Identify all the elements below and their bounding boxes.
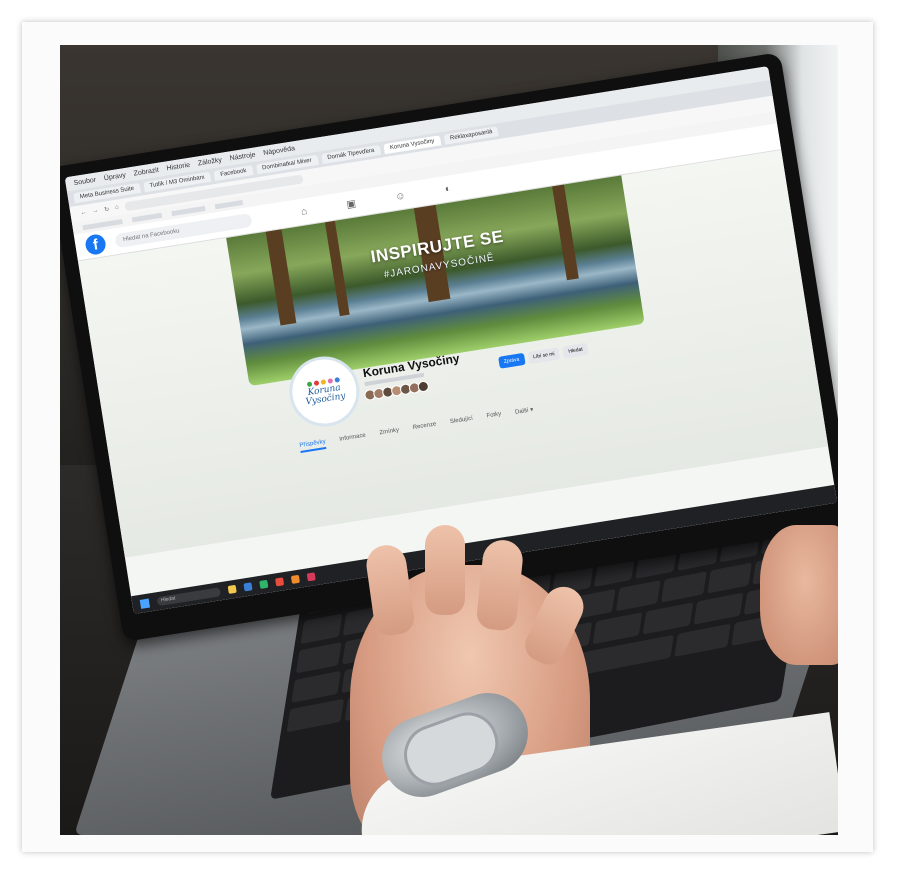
logo-dot (313, 379, 319, 386)
tab-followers[interactable]: Sledující (450, 416, 474, 429)
home-icon[interactable]: ⌂ (115, 204, 120, 210)
menu-item[interactable]: Soubor (73, 176, 96, 186)
message-button[interactable]: Zpráva (498, 352, 526, 369)
taskbar-search[interactable]: Hledat (156, 586, 222, 606)
reload-icon[interactable]: ↻ (104, 205, 110, 213)
logo-dot (326, 377, 333, 384)
tree-trunk (265, 229, 297, 326)
like-button[interactable]: Líbí se mi (527, 347, 561, 365)
right-hand (760, 525, 838, 665)
logo-dot (333, 376, 340, 383)
home-nav-icon[interactable]: ⌂ (300, 206, 308, 218)
finger (425, 525, 465, 615)
bookmark-item[interactable] (214, 199, 244, 209)
logo-dot (306, 380, 312, 387)
taskbar-app-icon[interactable] (259, 579, 269, 589)
windows-start-icon[interactable] (139, 598, 150, 609)
menu-item[interactable]: Úpravy (103, 171, 126, 181)
tab-reviews[interactable]: Recenze (412, 421, 437, 435)
taskbar-app-icon[interactable] (227, 584, 237, 594)
photograph: MacBook Pro Soubor Úpravy Zobrazit Histo… (60, 45, 838, 835)
facebook-logo-icon[interactable]: f (84, 233, 108, 256)
tab-about[interactable]: Informace (339, 433, 367, 447)
taskbar-app-icon[interactable] (290, 574, 300, 584)
taskbar-app-icon[interactable] (306, 572, 316, 582)
photo-frame: MacBook Pro Soubor Úpravy Zobrazit Histo… (22, 22, 873, 852)
video-nav-icon[interactable]: ▣ (346, 198, 357, 210)
logo-text: Koruna Vysočiny (304, 382, 346, 406)
menu-item[interactable]: Historie (166, 161, 191, 172)
taskbar-app-icon[interactable] (275, 577, 285, 587)
back-icon[interactable]: ← (80, 210, 87, 217)
gaming-nav-icon[interactable]: ◐ (444, 183, 452, 195)
menu-item[interactable]: Nástroje (229, 151, 256, 162)
logo-dot (319, 378, 326, 385)
groups-nav-icon[interactable]: ☺ (394, 190, 406, 202)
tab-photos[interactable]: Fotky (486, 411, 502, 423)
tab-mentions[interactable]: Zmínky (379, 427, 400, 440)
tree-trunk (324, 220, 350, 317)
tree-trunk (552, 184, 579, 281)
forward-icon[interactable]: → (92, 208, 99, 215)
search-button[interactable]: Hledat (562, 342, 589, 359)
avatar[interactable] (417, 380, 430, 393)
menu-item[interactable]: Zobrazit (133, 166, 159, 177)
taskbar-app-icon[interactable] (243, 582, 253, 592)
tab-posts[interactable]: Příspěvky (299, 438, 327, 453)
page-actions: Zpráva Líbí se mi Hledat (498, 342, 589, 369)
menu-item[interactable]: Záložky (197, 156, 222, 167)
tab-more[interactable]: Další ▾ (515, 406, 535, 419)
